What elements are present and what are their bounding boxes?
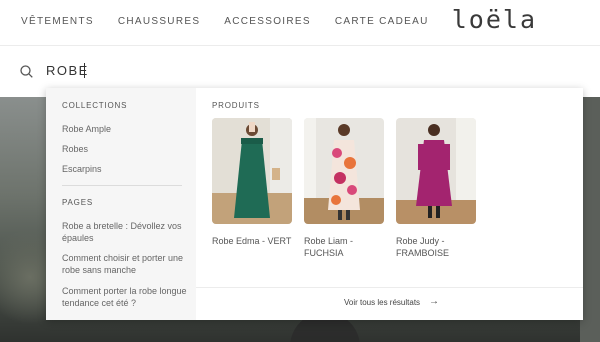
site-header: VÊTEMENTS CHAUSSURES ACCESSOIRES CARTE C… [0,0,600,46]
page-robe-sans-manche[interactable]: Comment choisir et porter une robe sans … [62,252,187,276]
products-title: PRODUITS [212,101,260,110]
arrow-right-icon[interactable]: → [429,296,439,307]
hero-edge [580,97,600,342]
product-image[interactable] [396,118,476,224]
search-input[interactable] [46,63,246,78]
collection-robe-ample[interactable]: Robe Ample [62,123,187,135]
nav-accessoires[interactable]: ACCESSOIRES [224,16,311,27]
brand-logo[interactable]: loëla [452,5,537,34]
nav-carte-cadeau[interactable]: CARTE CADEAU [335,16,429,27]
suggestions-sidebar: COLLECTIONS Robe Ample Robes Escarpins P… [46,88,196,320]
collection-escarpins[interactable]: Escarpins [62,163,187,175]
main-nav: VÊTEMENTS CHAUSSURES ACCESSOIRES CARTE C… [21,16,453,27]
section-divider [62,185,182,186]
product-name[interactable]: Robe Edma - VERT [212,235,292,247]
product-card[interactable]: Robe Liam - FUCHSIA [304,118,384,259]
footer-divider [196,287,583,288]
collection-robes[interactable]: Robes [62,143,187,155]
page-robe-bretelle[interactable]: Robe a bretelle : Dévollez vos épaules [62,220,187,244]
product-image[interactable] [212,118,292,224]
product-card[interactable]: Robe Edma - VERT [212,118,292,247]
product-name[interactable]: Robe Judy - FRAMBOISE [396,235,476,259]
search-suggestions-dropdown: COLLECTIONS Robe Ample Robes Escarpins P… [46,88,583,320]
product-image[interactable] [304,118,384,224]
search-icon[interactable] [20,65,33,78]
product-name[interactable]: Robe Liam - FUCHSIA [304,235,384,259]
pages-title: PAGES [62,198,93,207]
page-robe-longue[interactable]: Comment porter la robe longue tendance c… [62,285,187,309]
see-all-results-link[interactable]: Voir tous les résultats [344,298,420,307]
text-caret [84,63,85,78]
collections-title: COLLECTIONS [62,101,128,110]
nav-vetements[interactable]: VÊTEMENTS [21,16,94,27]
product-card[interactable]: Robe Judy - FRAMBOISE [396,118,476,259]
nav-chaussures[interactable]: CHAUSSURES [118,16,200,27]
